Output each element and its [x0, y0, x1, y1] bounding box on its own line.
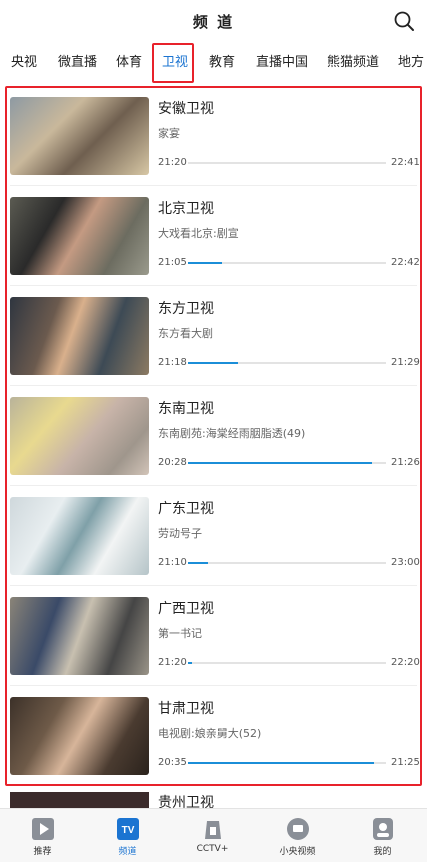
channel-row-guizhou[interactable]: 贵州卫视 — [0, 788, 427, 808]
tab-education[interactable]: 教育 — [209, 42, 235, 84]
top-header: 频 道 — [0, 0, 427, 42]
yang-video-icon — [287, 818, 309, 840]
cctv-plus-icon — [205, 821, 221, 839]
tab-local[interactable]: 地方 — [398, 42, 424, 84]
nav-label: 我的 — [373, 847, 392, 857]
channel-thumbnail — [10, 792, 149, 808]
tab-cctv[interactable]: 央视 — [11, 42, 37, 84]
channel-name: 贵州卫视 — [158, 795, 214, 808]
tab-sports[interactable]: 体育 — [116, 42, 142, 84]
nav-label: 推荐 — [33, 847, 52, 857]
channel-list-highlight — [5, 86, 422, 786]
active-tab-highlight — [152, 43, 194, 83]
tab-micro-live[interactable]: 微直播 — [58, 42, 97, 84]
nav-channels[interactable]: TV 频道 — [85, 809, 170, 862]
bottom-nav: 推荐 TV 频道 CCTV+ 小央视频 我的 — [0, 808, 427, 862]
tab-live-china[interactable]: 直播中国 — [256, 42, 308, 84]
nav-label: 小央视频 — [279, 847, 316, 857]
search-icon[interactable] — [393, 10, 415, 32]
svg-text:TV: TV — [122, 825, 135, 836]
profile-icon — [373, 818, 393, 840]
tv-icon: TV — [117, 818, 139, 840]
nav-profile[interactable]: 我的 — [340, 809, 425, 862]
play-icon — [32, 818, 54, 840]
page-title: 频 道 — [192, 13, 235, 31]
channel-tabs: 央视 微直播 体育 卫视 教育 直播中国 熊猫频道 地方 — [0, 42, 427, 84]
nav-label: 频道 — [118, 847, 137, 857]
nav-cctv-plus[interactable]: CCTV+ — [170, 809, 255, 862]
nav-yang-video[interactable]: 小央视频 — [255, 809, 340, 862]
nav-label: CCTV+ — [196, 844, 229, 854]
nav-recommend[interactable]: 推荐 — [0, 809, 85, 862]
tab-panda[interactable]: 熊猫频道 — [327, 42, 379, 84]
